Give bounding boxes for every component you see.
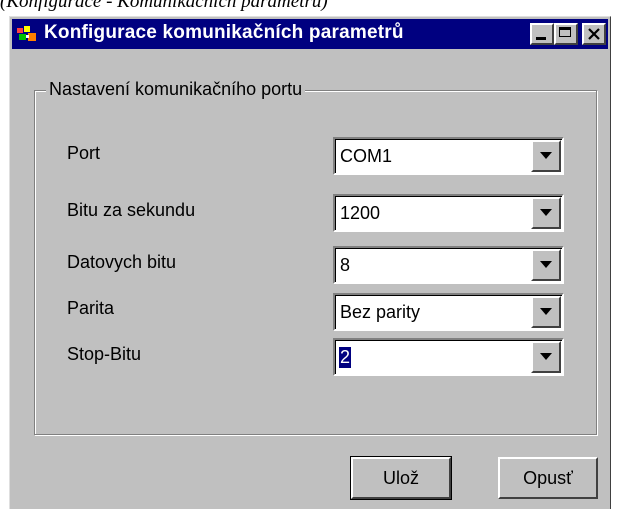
parity-label: Parita [67,298,115,318]
data-bits-select[interactable]: 8 [333,246,564,284]
data-bits-value: 8 [340,255,351,275]
parity-dropdown-button[interactable] [531,296,561,328]
window-title: Konfigurace komunikačních parametrů [44,22,404,43]
baud-value: 1200 [340,203,381,223]
group-legend: Nastavení komunikačního portu [46,79,306,100]
port-select[interactable]: COM1 [333,137,564,175]
parity-select[interactable]: Bez parity [333,293,564,331]
data-bits-label: Datovych bitu [67,252,177,272]
minimize-button[interactable] [530,23,554,45]
title-bar[interactable]: Konfigurace komunikačních parametrů [12,19,608,49]
parity-value: Bez parity [340,302,421,322]
close-icon [588,28,600,40]
save-button[interactable]: Ulož [351,457,451,499]
config-dialog: Konfigurace komunikačních parametrů Nast… [9,16,611,509]
chevron-down-icon [540,261,552,268]
chevron-down-icon [540,209,552,216]
port-dropdown-button[interactable] [531,140,561,172]
stop-bits-value: 2 [339,347,352,368]
baud-label: Bitu za sekundu [67,200,196,220]
chevron-down-icon [540,152,552,159]
data-bits-dropdown-button[interactable] [531,249,561,281]
cancel-button[interactable]: Opusť [498,457,598,499]
figure-caption: (Konfigurace - Komunikačních parametrů) [0,0,328,12]
maximize-button[interactable] [554,23,578,45]
baud-select[interactable]: 1200 [333,194,564,232]
stop-bits-dropdown-button[interactable] [531,341,561,373]
chevron-down-icon [540,353,552,360]
chevron-down-icon [540,308,552,315]
baud-dropdown-button[interactable] [531,197,561,229]
app-icon[interactable] [16,25,38,43]
stop-bits-label: Stop-Bitu [67,344,142,364]
close-button[interactable] [582,23,606,45]
stop-bits-select[interactable]: 2 [333,338,564,376]
port-value: COM1 [340,146,393,166]
port-label: Port [67,143,101,163]
